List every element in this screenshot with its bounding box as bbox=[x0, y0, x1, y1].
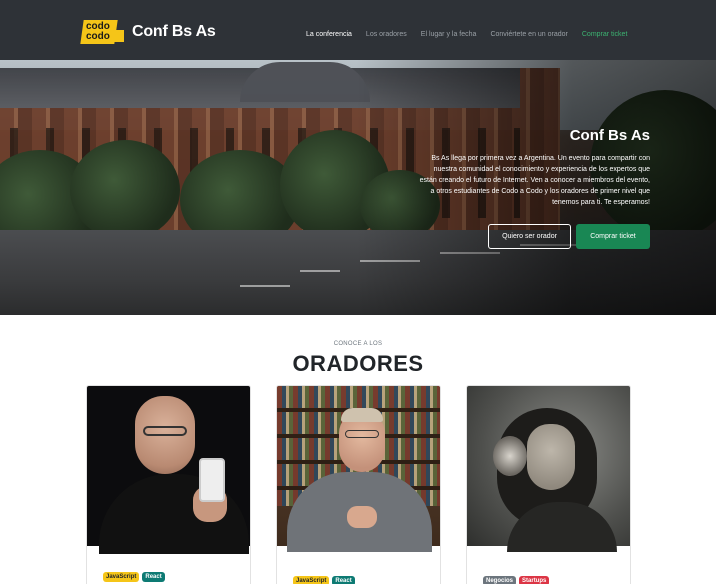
speaker-tags: Negocios Startups bbox=[483, 576, 552, 584]
speaker-card[interactable]: JavaScript React bbox=[276, 385, 441, 584]
nav-comprar-ticket[interactable]: Comprar ticket bbox=[582, 31, 628, 38]
speaker-tags: JavaScript React bbox=[103, 572, 168, 582]
brand-title: Conf Bs As bbox=[132, 23, 216, 40]
main-nav: La conferencia Los oradores El lugar y l… bbox=[306, 31, 641, 38]
hero-description: Bs As llega por primera vez a Argentina.… bbox=[419, 155, 650, 206]
hero-banner: Conf Bs As Bs As llega por primera vez a… bbox=[0, 60, 716, 315]
speaker-photo bbox=[277, 386, 440, 552]
tag-badge: React bbox=[332, 576, 355, 584]
speakers-title: ORADORES bbox=[292, 351, 424, 376]
be-speaker-button[interactable]: Quiero ser orador bbox=[488, 224, 571, 249]
nav-los-oradores[interactable]: Los oradores bbox=[366, 31, 407, 38]
tag-badge: JavaScript bbox=[293, 576, 330, 584]
tag-badge: React bbox=[142, 572, 165, 582]
speaker-photo bbox=[87, 386, 250, 554]
brand-link[interactable]: codo codo Conf Bs As bbox=[80, 18, 216, 46]
buy-ticket-button[interactable]: Comprar ticket bbox=[576, 224, 650, 249]
speaker-card[interactable]: JavaScript React bbox=[86, 385, 251, 584]
codo-a-codo-logo: codo codo bbox=[80, 18, 128, 46]
speaker-card[interactable]: Negocios Startups bbox=[466, 385, 631, 584]
tag-badge: JavaScript bbox=[103, 572, 140, 582]
speakers-kicker: CONOCE A LOS bbox=[333, 341, 383, 347]
speaker-photo bbox=[467, 386, 630, 552]
nav-la-conferencia[interactable]: La conferencia bbox=[306, 31, 352, 38]
hero-title: Conf Bs As bbox=[569, 127, 650, 144]
tag-badge: Startups bbox=[519, 576, 550, 584]
speaker-tags: JavaScript React bbox=[293, 576, 358, 584]
nav-conviertete-orador[interactable]: Conviértete en un orador bbox=[490, 31, 567, 38]
nav-lugar-fecha[interactable]: El lugar y la fecha bbox=[421, 31, 477, 38]
navbar: codo codo Conf Bs As La conferencia Los … bbox=[0, 0, 716, 60]
tag-badge: Negocios bbox=[483, 576, 517, 584]
